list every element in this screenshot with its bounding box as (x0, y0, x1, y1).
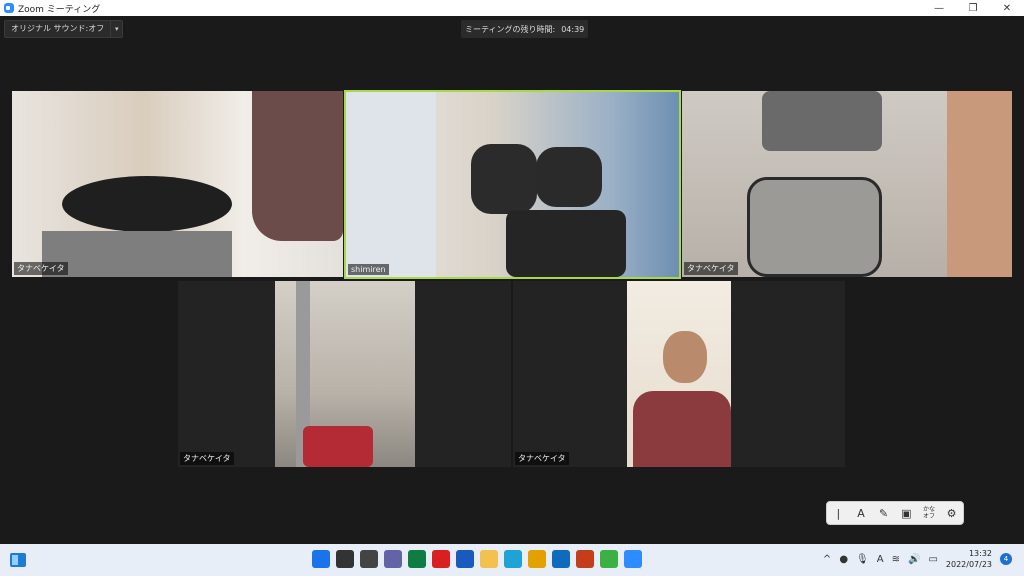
participant-name-1: タナベケイタ (14, 262, 68, 275)
video-feed-1-person (252, 91, 343, 241)
tray-overflow-icon[interactable]: ^ (823, 554, 831, 565)
word-icon[interactable] (456, 550, 474, 568)
tray-app-icon[interactable]: ● (839, 554, 848, 565)
clock-time: 13:32 (968, 549, 992, 558)
ime-cursor-icon[interactable]: | (828, 507, 848, 520)
video-feed-3-pad-top (762, 91, 882, 151)
video-tile-5[interactable]: タナベケイタ (513, 281, 845, 467)
video-feed-1-stand (42, 231, 232, 277)
zoom-icon[interactable] (624, 550, 642, 568)
edge-icon[interactable] (504, 550, 522, 568)
acrobat-icon[interactable] (432, 550, 450, 568)
video-feed-3-person (947, 91, 1012, 277)
zoom-app-icon (4, 3, 14, 13)
video-tile-3[interactable]: タナベケイタ (682, 91, 1012, 277)
battery-icon[interactable]: ▭ (928, 554, 937, 565)
chrome-icon[interactable] (528, 550, 546, 568)
close-button[interactable]: ✕ (990, 0, 1024, 16)
ime-settings-icon[interactable]: ⚙ (942, 507, 962, 520)
participant-name-2: shimiren (348, 264, 389, 275)
video-feed-5-face (663, 331, 707, 383)
video-tile-1[interactable]: タナベケイタ (12, 91, 343, 277)
system-tray: ^ ● 🎙 A ≋ 🔊 ▭ 13:32 2022/07/23 4 (823, 548, 1012, 570)
ime-toolbar: | A ✎ ▣ かな オフ ⚙ (826, 501, 964, 525)
taskbar-apps (312, 550, 642, 568)
video-feed-2-tom-2 (536, 147, 602, 207)
taskbar: ^ ● 🎙 A ≋ 🔊 ▭ 13:32 2022/07/23 4 (0, 544, 1024, 576)
windows-start-icon[interactable] (312, 550, 330, 568)
ime-kana-line1: かな (922, 506, 935, 513)
ime-kana-line2: オフ (922, 513, 935, 520)
video-feed-2-person (346, 92, 436, 277)
ime-mode-icon[interactable]: A (877, 554, 884, 565)
video-feed-2-snare (506, 210, 626, 277)
meeting-remaining-time: ミーティングの残り時間: 04:39 (461, 20, 589, 38)
ime-tool-icon[interactable]: ✎ (874, 507, 894, 520)
wifi-icon[interactable]: ≋ (892, 554, 900, 565)
participant-name-3: タナベケイタ (684, 262, 738, 275)
maximize-button[interactable]: ❐ (956, 0, 990, 16)
widgets-icon[interactable] (10, 553, 26, 567)
notification-badge[interactable]: 4 (1000, 553, 1012, 565)
wps-writer-icon[interactable] (600, 550, 618, 568)
excel-icon[interactable] (408, 550, 426, 568)
minimize-button[interactable]: — (922, 0, 956, 16)
video-feed-5-shirt (633, 391, 731, 467)
video-feed-3-practice-pad (747, 177, 882, 277)
ime-kana-toggle[interactable]: かな オフ (919, 506, 939, 520)
clock[interactable]: 13:32 2022/07/23 (946, 548, 992, 570)
window-controls: — ❐ ✕ (922, 0, 1024, 16)
original-sound-label[interactable]: オリジナル サウンド:オフ (5, 21, 110, 37)
window-title: Zoom ミーティング (18, 4, 101, 15)
video-feed-4-pedal (303, 426, 373, 467)
video-tile-4[interactable]: タナベケイタ (178, 281, 511, 467)
title-bar: Zoom ミーティング — ❐ ✕ (0, 0, 1024, 16)
zoom-meeting-window: Zoom ミーティング — ❐ ✕ オリジナル サウンド:オフ ▾ ミーティング… (0, 0, 1024, 576)
participant-name-5: タナベケイタ (515, 452, 569, 465)
microphone-icon[interactable]: 🎙 (856, 554, 869, 565)
file-explorer-icon[interactable] (480, 550, 498, 568)
video-feed-1-cymbal (62, 176, 232, 232)
outlook-icon[interactable] (552, 550, 570, 568)
original-sound-button[interactable]: オリジナル サウンド:オフ ▾ (4, 20, 124, 38)
video-feed-2-tom (471, 144, 537, 214)
ime-input-mode-icon[interactable]: A (851, 507, 871, 520)
ime-dictionary-icon[interactable]: ▣ (896, 507, 916, 520)
remaining-time-value: 04:39 (561, 24, 585, 34)
clock-date: 2022/07/23 (945, 560, 992, 569)
search-icon[interactable] (336, 550, 354, 568)
original-sound-dropdown[interactable]: ▾ (110, 21, 122, 37)
chat-icon[interactable] (384, 550, 402, 568)
task-view-icon[interactable] (360, 550, 378, 568)
powerpoint-icon[interactable] (576, 550, 594, 568)
participant-name-4: タナベケイタ (180, 452, 234, 465)
speaker-icon[interactable]: 🔊 (908, 554, 920, 565)
video-tile-2[interactable]: shimiren (344, 90, 681, 279)
remaining-time-label: ミーティングの残り時間: (465, 24, 556, 34)
